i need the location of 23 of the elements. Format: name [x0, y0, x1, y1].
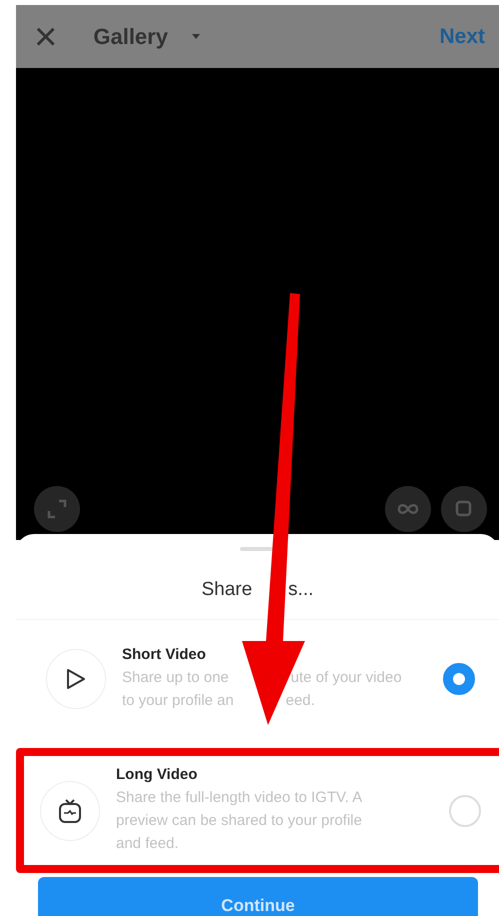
next-link[interactable]: Next	[439, 24, 485, 48]
option-description: Share the full-length video to IGTV. A	[116, 788, 362, 808]
close-icon[interactable]: ×	[34, 16, 58, 56]
continue-button[interactable]: Continue	[38, 877, 478, 916]
option-description: and feed.	[116, 834, 179, 854]
option-title: Long Video	[116, 766, 198, 783]
sheet-title: Share	[201, 579, 252, 601]
play-icon	[46, 649, 106, 709]
gallery-title[interactable]: Gallery	[93, 24, 168, 50]
option-description: Share up to one	[122, 668, 229, 688]
option-title: Short Video	[122, 646, 207, 663]
radio-button[interactable]	[443, 663, 475, 695]
option-description: eed.	[286, 691, 315, 711]
option-description: ute of your video	[290, 668, 402, 688]
infinity-icon[interactable]	[385, 486, 431, 532]
tv-icon	[40, 780, 100, 840]
expand-icon[interactable]	[34, 486, 80, 532]
drag-handle[interactable]	[240, 547, 276, 551]
sheet-title: s...	[288, 579, 314, 601]
option-description: to your profile an	[122, 691, 234, 711]
option-description: preview can be shared to your profile	[116, 811, 362, 831]
multi-select-icon[interactable]	[441, 486, 487, 532]
caret-icon[interactable]	[192, 34, 200, 39]
